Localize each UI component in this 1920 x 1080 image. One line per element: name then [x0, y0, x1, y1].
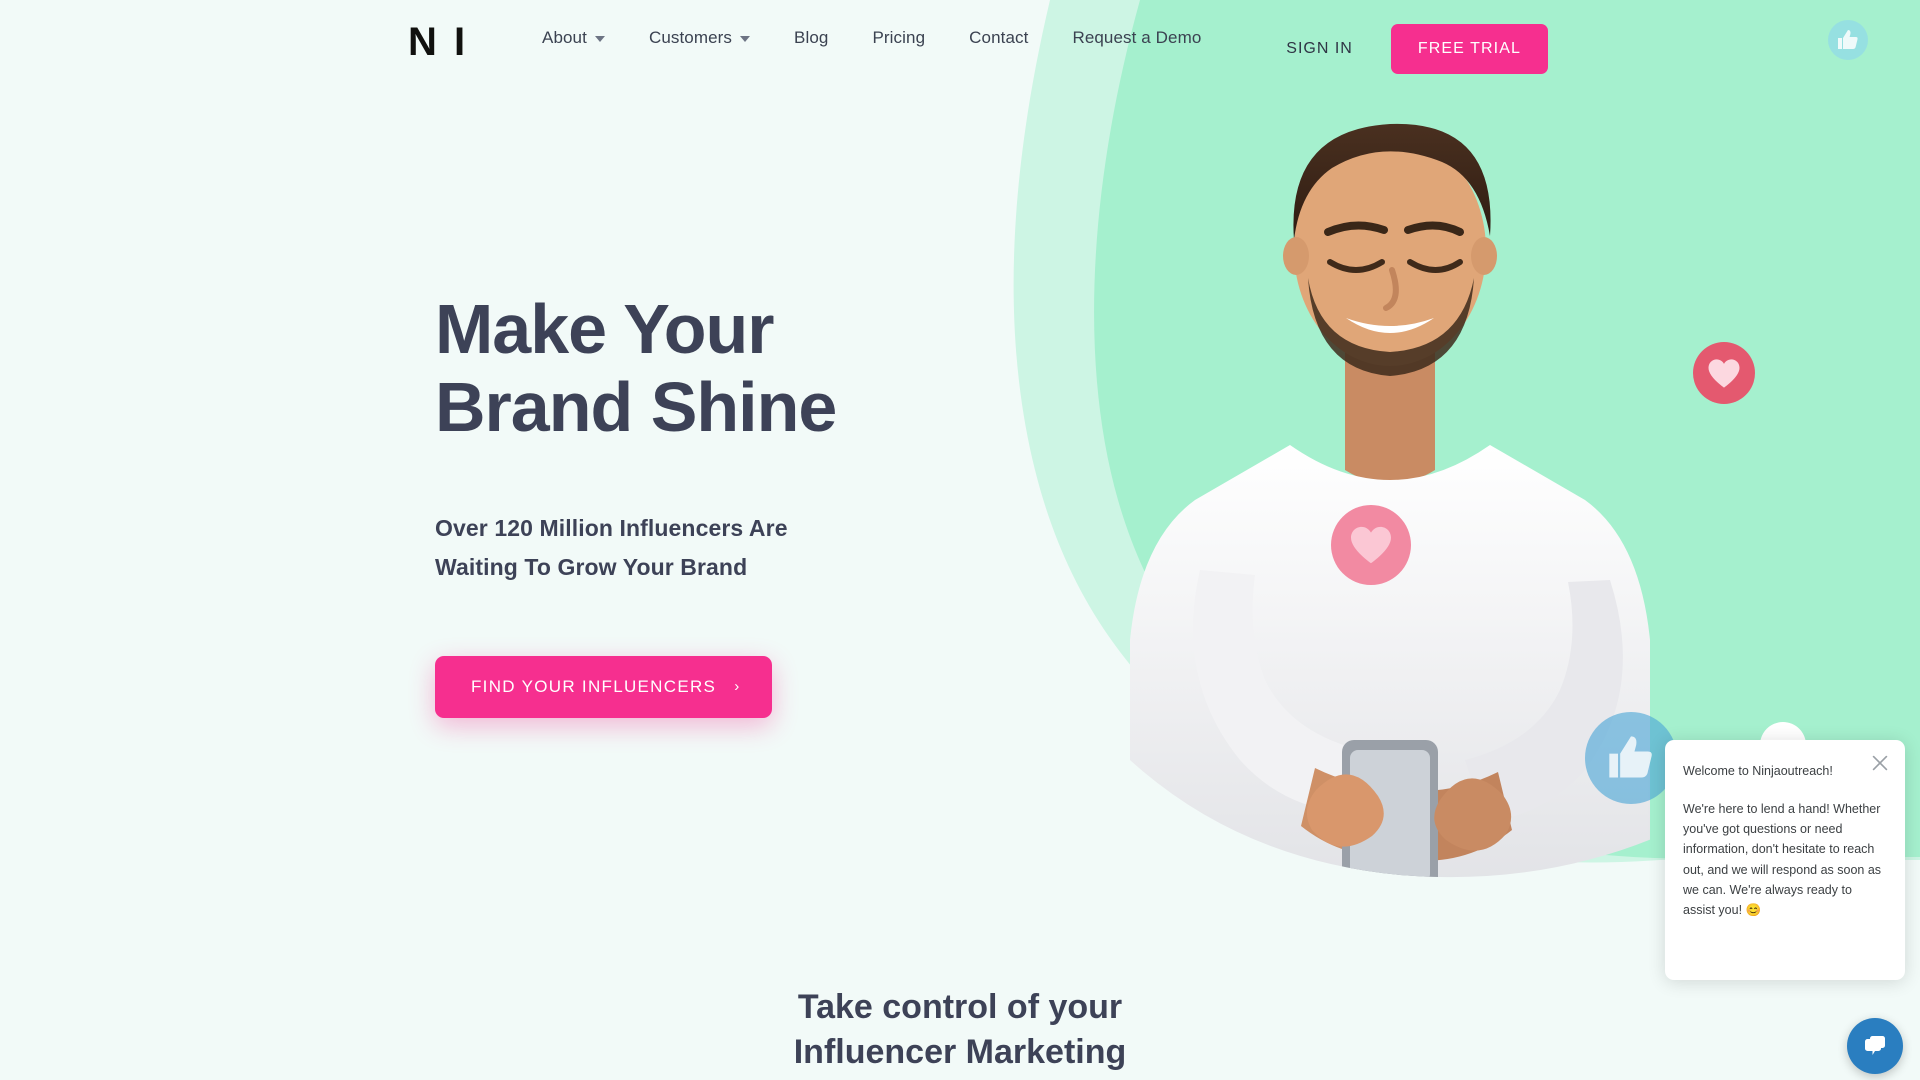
free-trial-button[interactable]: FREE TRIAL: [1390, 24, 1548, 74]
nav-item-blog[interactable]: Blog: [772, 28, 850, 48]
nav-item-pricing[interactable]: Pricing: [850, 28, 947, 48]
nav-item-label: Contact: [969, 28, 1029, 47]
thumbs-up-glyph: [1838, 30, 1858, 49]
section-take-control: Take control of your Influencer Marketin…: [0, 985, 1920, 1075]
nav-item-request-a-demo[interactable]: Request a Demo: [1050, 28, 1223, 48]
heart-badge-large: [1331, 505, 1411, 585]
chat-welcome-popup: Welcome to Ninjaoutreach! We're here to …: [1665, 740, 1905, 980]
chevron-down-icon: [740, 36, 751, 42]
nav-actions: SIGN IN FREE TRIAL: [1272, 24, 1548, 74]
heart-icon: [1351, 526, 1391, 564]
chat-greeting: Welcome to Ninjaoutreach!: [1683, 764, 1833, 778]
hero-subtitle: Over 120 Million Influencers Are Waiting…: [435, 509, 875, 588]
page-title: Make Your Brand Shine: [435, 290, 1055, 447]
nav-links: About Customers Blog Pricing Contact Req…: [520, 28, 1223, 48]
nav-item-about[interactable]: About: [520, 28, 627, 48]
section-heading: Take control of your Influencer Marketin…: [0, 985, 1920, 1075]
nav-item-customers[interactable]: Customers: [627, 28, 772, 48]
section-heading-line-1: Take control of your: [797, 988, 1123, 1026]
heart-icon: [1708, 358, 1740, 388]
nav-item-label: Customers: [648, 28, 733, 47]
section-heading-line-2: Influencer Marketing: [793, 1032, 1127, 1071]
thumbs-up-badge: [1585, 712, 1677, 804]
nav-item-label: About: [542, 28, 587, 47]
hero-title-line-2: Brand Shine: [435, 368, 837, 447]
heart-badge-small: [1693, 342, 1755, 404]
hero-copy: Make Your Brand Shine Over 120 Million I…: [435, 290, 1055, 718]
nav-item-label: Request a Demo: [1072, 28, 1202, 47]
landing-page: N I About Customers Blog Pricing Contact…: [0, 0, 1920, 1080]
chevron-right-icon: ›: [734, 678, 741, 696]
nav-item-label: Blog: [794, 28, 829, 47]
chat-message: We're here to lend a hand! Whether you'v…: [1683, 801, 1882, 917]
chevron-down-icon: [594, 36, 605, 42]
thumbs-up-icon: [1828, 20, 1868, 60]
sign-in-link[interactable]: SIGN IN: [1272, 30, 1367, 68]
close-icon[interactable]: [1869, 752, 1891, 774]
thumbs-up-icon: [1609, 736, 1652, 778]
chat-bubbles-icon: [1865, 1036, 1885, 1055]
cta-label: FIND YOUR INFLUENCERS: [471, 676, 717, 696]
main-navbar: N I About Customers Blog Pricing Contact…: [0, 0, 1920, 92]
chat-launcher-button[interactable]: [1847, 1018, 1903, 1074]
nav-item-label: Pricing: [872, 28, 926, 47]
hero-subtitle-line-1: Over 120 Million Influencers Are: [435, 514, 788, 541]
hero-title-line-1: Make Your: [435, 290, 775, 368]
hero-subtitle-line-2: Waiting To Grow Your Brand: [435, 554, 748, 581]
nav-item-contact[interactable]: Contact: [947, 28, 1050, 48]
find-your-influencers-button[interactable]: FIND YOUR INFLUENCERS ›: [435, 655, 773, 718]
brand-logo[interactable]: N I: [408, 22, 468, 62]
